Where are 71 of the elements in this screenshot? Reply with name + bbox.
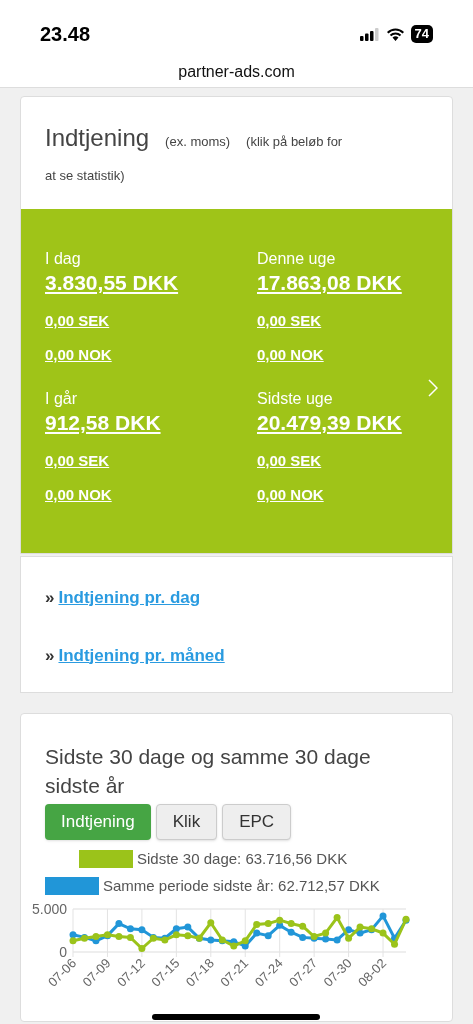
- stats-heading: Sidste 30 dage og samme 30 dage sidste år: [45, 744, 372, 799]
- point: [126, 933, 134, 941]
- point: [287, 920, 295, 928]
- chart-tab[interactable]: Klik: [155, 804, 218, 840]
- point: [333, 936, 341, 944]
- link-bullet: »: [45, 644, 55, 667]
- point: [264, 932, 272, 940]
- point: [69, 937, 77, 945]
- legend-label: Sidste 30 dage: 63.716,56 DKK: [137, 849, 348, 869]
- point: [115, 933, 123, 941]
- amount-link[interactable]: 0,00 NOK: [257, 485, 324, 505]
- point: [264, 920, 272, 928]
- period-label: I går: [45, 389, 78, 409]
- point: [138, 945, 146, 953]
- point: [345, 934, 353, 942]
- status-time: 23.48: [40, 22, 91, 47]
- amount-link[interactable]: 0,00 SEK: [45, 451, 110, 471]
- amount-link[interactable]: 0,00 SEK: [257, 311, 322, 331]
- point: [391, 940, 399, 948]
- amount-link[interactable]: 912,58 DKK: [45, 409, 257, 437]
- report-link[interactable]: Indtjening pr. måned: [58, 642, 225, 668]
- amount-link[interactable]: 0,00 NOK: [45, 485, 112, 505]
- url-text: partner-ads.com: [178, 62, 295, 82]
- point: [126, 925, 134, 933]
- point: [115, 920, 123, 928]
- chart-tab[interactable]: Indtjening: [45, 804, 151, 840]
- point: [184, 923, 192, 931]
- amount-link[interactable]: 17.863,08 DKK: [257, 269, 428, 297]
- period-label: I dag: [45, 249, 82, 269]
- point: [379, 929, 387, 937]
- point: [253, 920, 261, 928]
- point: [322, 929, 330, 937]
- amount-link[interactable]: 0,00 NOK: [257, 345, 324, 365]
- point: [172, 931, 180, 939]
- point: [379, 912, 387, 920]
- y-tick-label: 0: [59, 944, 67, 960]
- point: [287, 928, 295, 936]
- signal-icon: [359, 27, 380, 41]
- point: [138, 926, 146, 934]
- point: [207, 936, 215, 944]
- earnings-heading: Indtjening (ex. moms) (klik på beløb for at se statistik): [45, 123, 344, 185]
- point: [276, 916, 284, 924]
- point: [207, 919, 215, 927]
- point: [92, 933, 100, 941]
- period-label: Denne uge: [257, 249, 337, 269]
- point: [184, 932, 192, 940]
- period-label: Sidste uge: [257, 389, 334, 409]
- chart-tab[interactable]: EPC: [222, 804, 292, 840]
- amount-link[interactable]: 0,00 NOK: [45, 345, 112, 365]
- y-tick-label: 5.000: [31, 901, 67, 917]
- point: [356, 929, 364, 937]
- report-link[interactable]: Indtjening pr. dag: [58, 585, 201, 611]
- wifi-icon: [385, 27, 405, 41]
- point: [230, 942, 238, 950]
- amount-link[interactable]: 20.479,39 DKK: [257, 409, 428, 437]
- amount-link[interactable]: 3.830,55 DKK: [45, 269, 257, 297]
- amount-link[interactable]: 0,00 SEK: [257, 451, 322, 471]
- amount-link[interactable]: 0,00 SEK: [45, 311, 110, 331]
- point: [253, 929, 261, 937]
- point: [322, 935, 330, 943]
- link-bullet: »: [45, 587, 55, 609]
- point: [356, 923, 364, 931]
- point: [299, 922, 307, 930]
- point: [345, 926, 353, 934]
- point: [299, 933, 307, 941]
- point: [241, 937, 249, 945]
- point: [333, 914, 341, 922]
- legend-label: Samme periode sidste år: 62.712,57 DKK: [103, 875, 380, 896]
- point: [172, 925, 180, 933]
- battery-indicator: 74: [410, 25, 433, 43]
- chevron-right-icon[interactable]: [428, 379, 438, 397]
